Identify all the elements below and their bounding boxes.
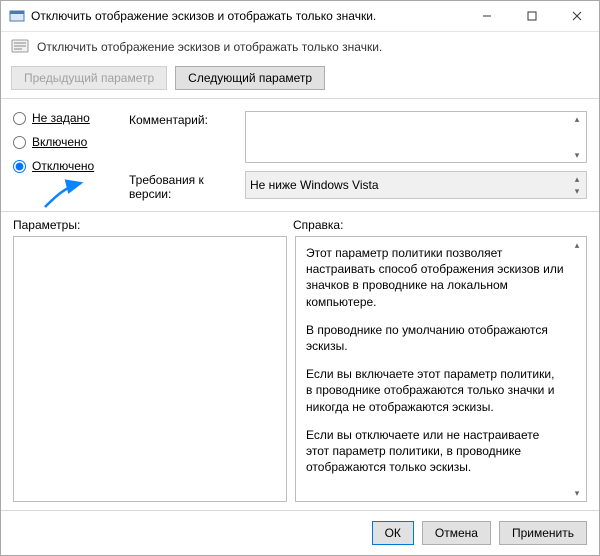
radio-enabled-label: Включено	[32, 135, 87, 149]
titlebar: Отключить отображение эскизов и отобража…	[1, 1, 599, 32]
help-paragraph: В проводнике по умолчанию отображаются э…	[306, 322, 564, 354]
scroll-down-icon[interactable]: ▾	[569, 486, 585, 500]
requirements-value: Не ниже Windows Vista	[250, 178, 379, 192]
scroll-up-icon[interactable]: ▴	[569, 238, 585, 252]
close-button[interactable]	[554, 1, 599, 31]
radio-enabled[interactable]: Включено	[13, 135, 123, 149]
maximize-button[interactable]	[509, 1, 554, 31]
parameters-panel	[13, 236, 287, 502]
radio-disabled-label: Отключено	[32, 159, 94, 173]
lower-labels: Параметры: Справка:	[1, 212, 599, 234]
radio-not-configured[interactable]: Не задано	[13, 111, 123, 125]
scroll-down-icon[interactable]: ▾	[569, 149, 585, 161]
scroll-up-icon[interactable]: ▴	[569, 173, 585, 185]
annotation-arrow-icon	[41, 179, 87, 209]
requirements-label: Требования к версии:	[129, 171, 239, 201]
policy-header: Отключить отображение эскизов и отобража…	[1, 32, 599, 60]
scroll-up-icon[interactable]: ▴	[569, 113, 585, 125]
parameters-label: Параметры:	[13, 218, 293, 232]
previous-setting-button: Предыдущий параметр	[11, 66, 167, 90]
policy-name: Отключить отображение эскизов и отобража…	[37, 40, 382, 54]
minimize-button[interactable]	[464, 1, 509, 31]
scroll-down-icon[interactable]: ▾	[569, 185, 585, 197]
footer-buttons: ОК Отмена Применить	[1, 510, 599, 555]
cancel-button[interactable]: Отмена	[422, 521, 491, 545]
radio-enabled-input[interactable]	[13, 136, 26, 149]
help-panel: Этот параметр политики позволяет настраи…	[295, 236, 587, 502]
ok-button[interactable]: ОК	[372, 521, 414, 545]
apply-button[interactable]: Применить	[499, 521, 587, 545]
requirements-field: Не ниже Windows Vista ▴ ▾	[245, 171, 587, 199]
radio-not-configured-label: Не задано	[32, 111, 90, 125]
help-paragraph: Если вы включаете этот параметр политики…	[306, 366, 564, 415]
lower-panels: Этот параметр политики позволяет настраи…	[1, 234, 599, 510]
app-icon	[9, 8, 25, 24]
nav-buttons: Предыдущий параметр Следующий параметр	[1, 60, 599, 99]
dialog-window: Отключить отображение эскизов и отобража…	[0, 0, 600, 556]
help-paragraph: Если вы отключаете или не настраиваете э…	[306, 427, 564, 476]
radio-not-configured-input[interactable]	[13, 112, 26, 125]
help-label: Справка:	[293, 218, 587, 232]
comment-field[interactable]: ▴ ▾	[245, 111, 587, 163]
policy-icon	[11, 38, 31, 56]
help-paragraph: Этот параметр политики позволяет настраи…	[306, 245, 564, 310]
next-setting-button[interactable]: Следующий параметр	[175, 66, 325, 90]
upper-section: Не задано Включено Отключено Комментарий…	[1, 99, 599, 209]
radio-disabled[interactable]: Отключено	[13, 159, 123, 173]
window-title: Отключить отображение эскизов и отобража…	[31, 9, 464, 23]
radio-disabled-input[interactable]	[13, 160, 26, 173]
comment-label: Комментарий:	[129, 111, 239, 163]
